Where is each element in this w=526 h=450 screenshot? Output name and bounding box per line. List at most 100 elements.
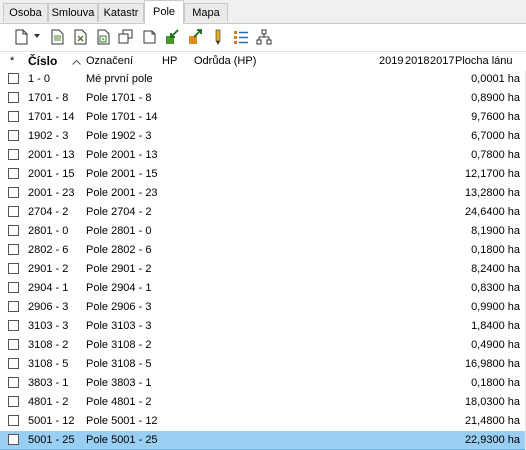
row-oznaceni: Pole 3803 - 1 — [86, 377, 152, 389]
row-plocha: 21,4800 ha — [464, 415, 520, 427]
pen-icon[interactable] — [209, 28, 227, 46]
table-row[interactable]: 2704 - 2 Pole 2704 - 2 24,6400 ha — [0, 203, 526, 222]
tab-osoba[interactable]: Osoba — [3, 3, 48, 22]
row-checkbox[interactable] — [8, 377, 19, 388]
delete-document-icon[interactable] — [71, 28, 89, 46]
row-oznaceni: Mé první pole — [86, 73, 153, 85]
table-row[interactable]: 5001 - 12 Pole 5001 - 12 21,4800 ha — [0, 412, 526, 431]
row-cislo: 3108 - 5 — [28, 358, 69, 370]
row-cislo: 4801 - 2 — [28, 396, 69, 408]
sort-up-icon — [72, 56, 81, 68]
document-icon[interactable] — [48, 28, 66, 46]
window-icon[interactable] — [140, 28, 158, 46]
row-checkbox[interactable] — [8, 358, 19, 369]
row-cislo: 1701 - 8 — [28, 92, 69, 104]
table-row[interactable]: 2001 - 23 Pole 2001 - 23 13,2800 ha — [0, 184, 526, 203]
row-checkbox[interactable] — [8, 301, 19, 312]
row-checkbox[interactable] — [8, 263, 19, 274]
row-checkbox[interactable] — [8, 73, 19, 84]
row-oznaceni: Pole 2001 - 13 — [86, 149, 158, 161]
row-checkbox[interactable] — [8, 130, 19, 141]
row-plocha: 0,1800 ha — [471, 244, 520, 256]
row-checkbox[interactable] — [8, 415, 19, 426]
table-row[interactable]: 3803 - 1 Pole 3803 - 1 0,1800 ha — [0, 374, 526, 393]
tree-icon[interactable] — [255, 28, 273, 46]
copy-document-icon[interactable] — [94, 28, 112, 46]
table-row[interactable]: 2906 - 3 Pole 2906 - 3 0,9900 ha — [0, 298, 526, 317]
header-star[interactable]: * — [10, 55, 14, 67]
row-oznaceni: Pole 2704 - 2 — [86, 206, 152, 218]
row-plocha: 0,0001 ha — [471, 73, 520, 85]
row-checkbox[interactable] — [8, 187, 19, 198]
table-row[interactable]: 1701 - 8 Pole 1701 - 8 0,8900 ha — [0, 89, 526, 108]
table-row[interactable]: 2801 - 0 Pole 2801 - 0 8,1900 ha — [0, 222, 526, 241]
header-2017[interactable]: 2017 — [430, 55, 454, 67]
table-row[interactable]: 3108 - 2 Pole 3108 - 2 0,4900 ha — [0, 336, 526, 355]
header-odruda[interactable]: Odrůda (HP) — [194, 55, 256, 67]
row-cislo: 2904 - 1 — [28, 282, 69, 294]
table-row[interactable]: 2901 - 2 Pole 2901 - 2 8,2400 ha — [0, 260, 526, 279]
header-cislo[interactable]: Číslo — [28, 54, 57, 68]
row-checkbox[interactable] — [8, 320, 19, 331]
row-cislo: 2901 - 2 — [28, 263, 69, 275]
header-2018[interactable]: 2018 — [405, 55, 429, 67]
export-icon[interactable] — [186, 28, 204, 46]
table-row[interactable]: 1902 - 3 Pole 1902 - 3 6,7000 ha — [0, 127, 526, 146]
row-cislo: 2001 - 15 — [28, 168, 75, 180]
toolbar — [0, 24, 526, 52]
tab-pole[interactable]: Pole — [144, 0, 184, 24]
row-plocha: 12,1700 ha — [464, 168, 520, 180]
header-plocha[interactable]: Plocha lánu — [455, 55, 513, 67]
row-cislo: 2704 - 2 — [28, 206, 69, 218]
table-row[interactable]: 1 - 0 Mé první pole 0,0001 ha — [0, 70, 526, 89]
table-row[interactable]: 1701 - 14 Pole 1701 - 14 9,7600 ha — [0, 108, 526, 127]
tab-katastr[interactable]: Katastr — [98, 3, 144, 22]
tab-mapa[interactable]: Mapa — [184, 3, 228, 22]
row-cislo: 2802 - 6 — [28, 244, 69, 256]
row-checkbox[interactable] — [8, 396, 19, 407]
row-cislo: 1 - 0 — [28, 73, 51, 85]
header-oznaceni[interactable]: Označení — [86, 55, 133, 67]
row-plocha: 0,8300 ha — [471, 282, 520, 294]
row-cislo: 1902 - 3 — [28, 130, 69, 142]
row-checkbox[interactable] — [8, 149, 19, 160]
row-checkbox[interactable] — [8, 434, 19, 445]
row-oznaceni: Pole 2802 - 6 — [86, 244, 152, 256]
table-row[interactable]: 2802 - 6 Pole 2802 - 6 0,1800 ha — [0, 241, 526, 260]
new-document-icon[interactable] — [12, 28, 30, 46]
table-row[interactable]: 3108 - 5 Pole 3108 - 5 16,9800 ha — [0, 355, 526, 374]
chevron-down-icon[interactable] — [34, 34, 40, 38]
row-checkbox[interactable] — [8, 206, 19, 217]
tab-label: Mapa — [192, 7, 220, 19]
tab-label: Pole — [152, 6, 176, 18]
import-icon[interactable] — [163, 28, 181, 46]
table-row[interactable]: 2001 - 15 Pole 2001 - 15 12,1700 ha — [0, 165, 526, 184]
row-checkbox[interactable] — [8, 339, 19, 350]
row-oznaceni: Pole 4801 - 2 — [86, 396, 152, 408]
row-checkbox[interactable] — [8, 225, 19, 236]
tab-smlouva[interactable]: Smlouva — [48, 3, 98, 22]
row-checkbox[interactable] — [8, 92, 19, 103]
row-cislo: 5001 - 25 — [28, 434, 75, 446]
row-checkbox[interactable] — [8, 282, 19, 293]
table-row-selected[interactable]: 5001 - 25 Pole 5001 - 25 22,9300 ha — [0, 431, 526, 450]
table-row[interactable]: 2001 - 13 Pole 2001 - 13 0,7800 ha — [0, 146, 526, 165]
row-cislo: 2001 - 13 — [28, 149, 75, 161]
table-row[interactable]: 3103 - 3 Pole 3103 - 3 1,8400 ha — [0, 317, 526, 336]
row-checkbox[interactable] — [8, 111, 19, 122]
copy-windows-icon[interactable] — [117, 28, 135, 46]
header-hp[interactable]: HP — [162, 55, 177, 67]
row-checkbox[interactable] — [8, 244, 19, 255]
row-oznaceni: Pole 2906 - 3 — [86, 301, 152, 313]
row-oznaceni: Pole 5001 - 25 — [86, 434, 158, 446]
header-2019[interactable]: 2019 — [379, 55, 403, 67]
table-row[interactable]: 2904 - 1 Pole 2904 - 1 0,8300 ha — [0, 279, 526, 298]
column-header: * Číslo Označení HP Odrůda (HP) 2019 201… — [0, 52, 526, 70]
row-plocha: 0,4900 ha — [471, 339, 520, 351]
row-plocha: 22,9300 ha — [464, 434, 520, 446]
list-icon[interactable] — [232, 28, 250, 46]
table-row[interactable]: 4801 - 2 Pole 4801 - 2 18,0300 ha — [0, 393, 526, 412]
row-plocha: 0,7800 ha — [471, 149, 520, 161]
row-checkbox[interactable] — [8, 168, 19, 179]
row-plocha: 6,7000 ha — [471, 130, 520, 142]
